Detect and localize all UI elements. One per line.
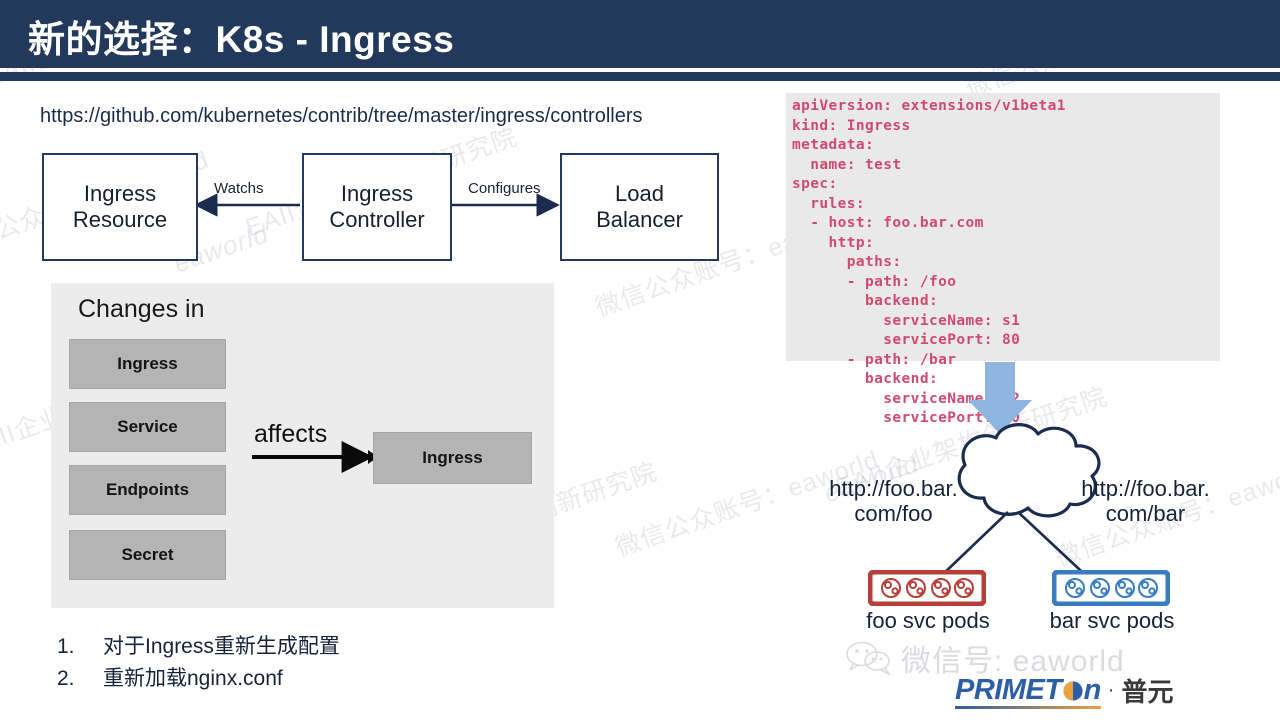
pods-label-bar: bar svc pods (1049, 608, 1175, 633)
route-url-line-2: com/foo (854, 500, 933, 526)
changes-item-label: Service (117, 417, 178, 436)
changes-item-service[interactable]: Service (69, 402, 226, 452)
box-line-1: Ingress (340, 181, 414, 207)
route-url-line-2: com/bar (1105, 500, 1186, 526)
changes-result-ingress[interactable]: Ingress (373, 432, 532, 484)
changes-item-endpoints[interactable]: Endpoints (69, 465, 226, 515)
box-line-2: Balancer (596, 207, 683, 232)
box-line-2: Resource (72, 207, 168, 232)
logo-chinese-name: 普元 (1121, 677, 1174, 707)
logo-wordmark-tail: n (1083, 674, 1102, 706)
box-ingress-resource[interactable]: Ingress Resource (42, 153, 198, 261)
list-item-text: 重新加载nginx.conf (103, 666, 283, 690)
logo-separator-dot: · (1107, 679, 1115, 701)
page-title: 新的选择：K8s - Ingress (28, 19, 455, 60)
route-url-line-1: http://foo.bar. (1081, 476, 1210, 501)
changes-item-secret[interactable]: Secret (69, 530, 226, 580)
changes-result-label: Ingress (422, 448, 483, 467)
pods-group-bar[interactable] (1052, 570, 1170, 606)
changes-item-ingress[interactable]: Ingress (69, 339, 226, 389)
slide-header-bar: 新的选择：K8s - Ingress (0, 0, 1280, 68)
list-item-number: 2. (57, 666, 75, 690)
edge-label-configures: Configures (468, 180, 541, 197)
list-item: 1. 对于Ingress重新生成配置 (57, 631, 340, 663)
pods-label-foo: foo svc pods (866, 608, 990, 633)
down-arrow-icon (968, 362, 1032, 434)
affects-arrow (252, 441, 378, 473)
logo-o-icon (1063, 681, 1083, 701)
edge-label-watchs: Watchs (214, 180, 264, 197)
changes-panel-title: Changes in (78, 295, 205, 323)
list-item: 2. 重新加载nginx.conf (57, 663, 340, 695)
wechat-icon (846, 641, 891, 675)
primeton-logo: PRIMET n · 普元 (955, 672, 1173, 709)
logo-underline (955, 706, 1101, 709)
logo-wordmark-text: PRIMET (955, 674, 1062, 706)
changes-item-label: Endpoints (105, 480, 190, 499)
box-load-balancer[interactable]: Load Balancer (560, 153, 719, 261)
box-ingress-controller[interactable]: Ingress Controller (302, 153, 452, 261)
box-line-1: Ingress (83, 181, 157, 207)
box-line-2: Controller (329, 207, 425, 232)
reference-url[interactable]: https://github.com/kubernetes/contrib/tr… (40, 105, 643, 128)
list-item-number: 1. (57, 635, 75, 658)
logo-wordmark: PRIMET n (955, 674, 1102, 709)
slide-canvas: EAII企业架构创新研究院 微信公众账号：eaworld EAII企业架构创新研… (0, 0, 1280, 720)
box-line-1: Load (615, 181, 664, 207)
route-url-line-1: http://foo.bar. (829, 476, 958, 501)
list-item-text: 对于Ingress重新生成配置 (103, 635, 340, 658)
changes-item-label: Secret (121, 545, 174, 564)
header-accent-rule (0, 72, 1280, 81)
route-url-foo: http://foo.bar. com/foo (806, 476, 981, 526)
changes-item-label: Ingress (117, 354, 178, 373)
pods-group-foo[interactable] (868, 570, 986, 606)
route-url-bar: http://foo.bar. com/bar (1058, 476, 1233, 526)
notes-list: 1. 对于Ingress重新生成配置 2. 重新加载nginx.conf (57, 631, 340, 695)
affects-label: affects (254, 420, 328, 448)
